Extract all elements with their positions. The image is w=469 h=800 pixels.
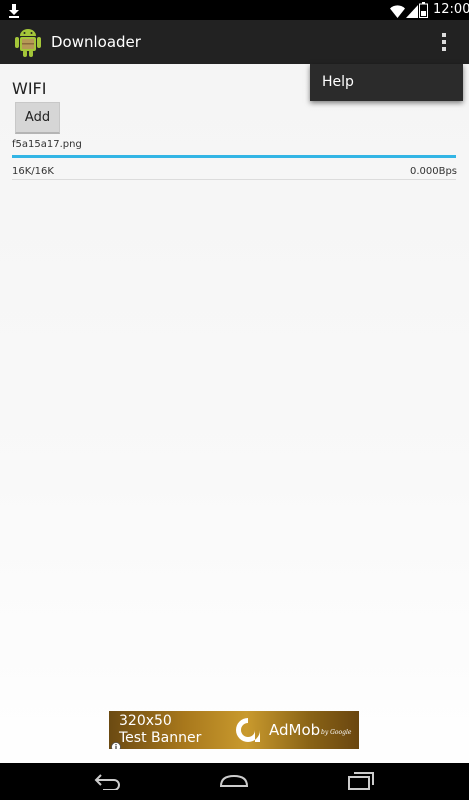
navigation-bar [0, 763, 469, 800]
admob-logo-icon [233, 716, 263, 748]
android-icon [12, 25, 44, 63]
progress-fill [12, 155, 456, 158]
ad-banner[interactable]: 320x50 Test Banner AdMob by Google [109, 711, 359, 749]
divider [12, 179, 456, 180]
info-icon[interactable] [111, 737, 121, 749]
file-name: f5a15a17.png [12, 139, 82, 150]
more-vert-icon[interactable] [432, 28, 456, 56]
ad-size-text: 320x50 [119, 713, 172, 729]
app-title: Downloader [51, 33, 141, 51]
battery-icon [419, 2, 428, 22]
network-label: WIFI [12, 79, 47, 98]
add-button[interactable]: Add [15, 102, 60, 134]
status-bar: 12:00 [0, 0, 469, 20]
download-size: 16K/16K [12, 166, 54, 177]
clock: 12:00 [433, 2, 469, 17]
admob-by: by Google [321, 729, 352, 736]
progress-bar [12, 155, 456, 158]
ad-label: Test Banner [119, 730, 202, 746]
back-icon[interactable] [93, 772, 123, 794]
home-icon[interactable] [218, 772, 250, 794]
overflow-menu: Help [310, 64, 463, 101]
recents-icon[interactable] [346, 772, 376, 794]
admob-brand: AdMob [269, 721, 321, 739]
action-bar: Downloader [0, 20, 469, 64]
download-speed: 0.000Bps [409, 166, 457, 177]
menu-item-help[interactable]: Help [322, 74, 354, 90]
